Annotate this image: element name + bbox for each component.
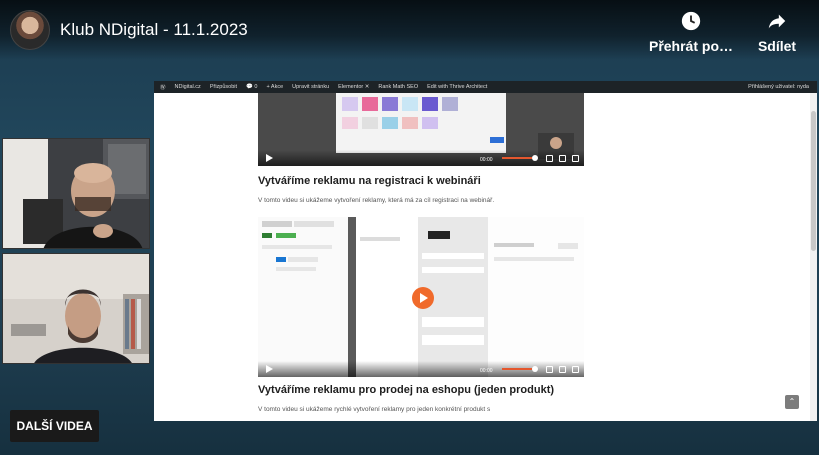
channel-avatar[interactable]: [10, 10, 50, 50]
clock-icon: [681, 11, 701, 31]
embedded-video-2[interactable]: 00:00: [258, 217, 584, 377]
shared-screen: Ⓦ NDigital.cz Přizpůsobit 💬 0 + Akce Upr…: [154, 81, 817, 421]
share-arrow-icon: [768, 14, 786, 29]
admin-new-label: Akce: [270, 84, 284, 90]
video-top-bar: Klub NDigital - 11.1.2023 Přehrát po… Sd…: [0, 0, 819, 60]
webcam-participant-1: [2, 138, 150, 249]
video-1-play-icon[interactable]: [266, 154, 273, 162]
video-1-progress-knob[interactable]: [532, 155, 538, 161]
share-label: Sdílet: [757, 38, 797, 54]
page-scrollbar-thumb[interactable]: [811, 111, 816, 251]
video-1-progress[interactable]: [502, 157, 532, 159]
admin-edit-page-link[interactable]: Upravit stránku: [292, 84, 329, 90]
video-2-big-play-button[interactable]: [412, 287, 434, 309]
webcam-participant-2: [2, 253, 150, 364]
watch-later-button[interactable]: Přehrát po…: [646, 10, 736, 54]
video-2-progress-knob[interactable]: [532, 366, 538, 372]
more-videos-button[interactable]: DALŠÍ VIDEA: [10, 410, 99, 442]
video-1-volume-icon[interactable]: [546, 155, 553, 162]
admin-customize-link[interactable]: Přizpůsobit: [210, 84, 237, 90]
video-1-pip-icon[interactable]: [559, 155, 566, 162]
share-button[interactable]: Sdílet: [752, 10, 802, 54]
video-2-fullscreen-icon[interactable]: [572, 366, 579, 373]
admin-new-link[interactable]: + Akce: [266, 84, 283, 90]
section-2-heading: Vytváříme reklamu pro prodej na eshopu (…: [258, 384, 555, 396]
admin-elementor-link[interactable]: Elementor ✕: [338, 84, 369, 90]
admin-thrive-link[interactable]: Edit with Thrive Architect: [427, 84, 487, 90]
video-2-time: 00:00: [480, 368, 493, 374]
section-1-text: V tomto videu si ukážeme vytvoření rekla…: [258, 197, 495, 204]
participant-2-image: [3, 254, 149, 363]
video-2-play-icon[interactable]: [266, 365, 273, 373]
embedded-video-1[interactable]: 00:00: [258, 93, 584, 166]
section-2-text: V tomto videu si ukážeme rychlé vytvořen…: [258, 406, 491, 413]
video-1-fullscreen-icon[interactable]: [572, 155, 579, 162]
participant-1-image: [3, 139, 149, 248]
watch-later-label: Přehrát po…: [648, 38, 733, 54]
wordpress-logo-icon[interactable]: Ⓦ: [160, 83, 166, 91]
scroll-to-top-button[interactable]: ⌃: [785, 395, 799, 409]
page-scrollbar[interactable]: [810, 93, 817, 421]
video-title[interactable]: Klub NDigital - 11.1.2023: [60, 20, 248, 40]
admin-seo-link[interactable]: Rank Math SEO: [378, 84, 418, 90]
admin-greeting[interactable]: Přihlášený uživatel: nyda: [748, 84, 817, 90]
wordpress-admin-bar: Ⓦ NDigital.cz Přizpůsobit 💬 0 + Akce Upr…: [154, 81, 817, 93]
admin-site-link[interactable]: NDigital.cz: [175, 84, 201, 90]
video-2-progress[interactable]: [502, 368, 532, 370]
video-2-volume-icon[interactable]: [546, 366, 553, 373]
section-1-heading: Vytváříme reklamu na registraci k webiná…: [258, 175, 481, 187]
video-2-pip-icon[interactable]: [559, 366, 566, 373]
admin-comments-link[interactable]: 💬 0: [246, 84, 257, 90]
comments-count: 0: [254, 84, 258, 90]
video-1-time: 00:00: [480, 157, 493, 163]
